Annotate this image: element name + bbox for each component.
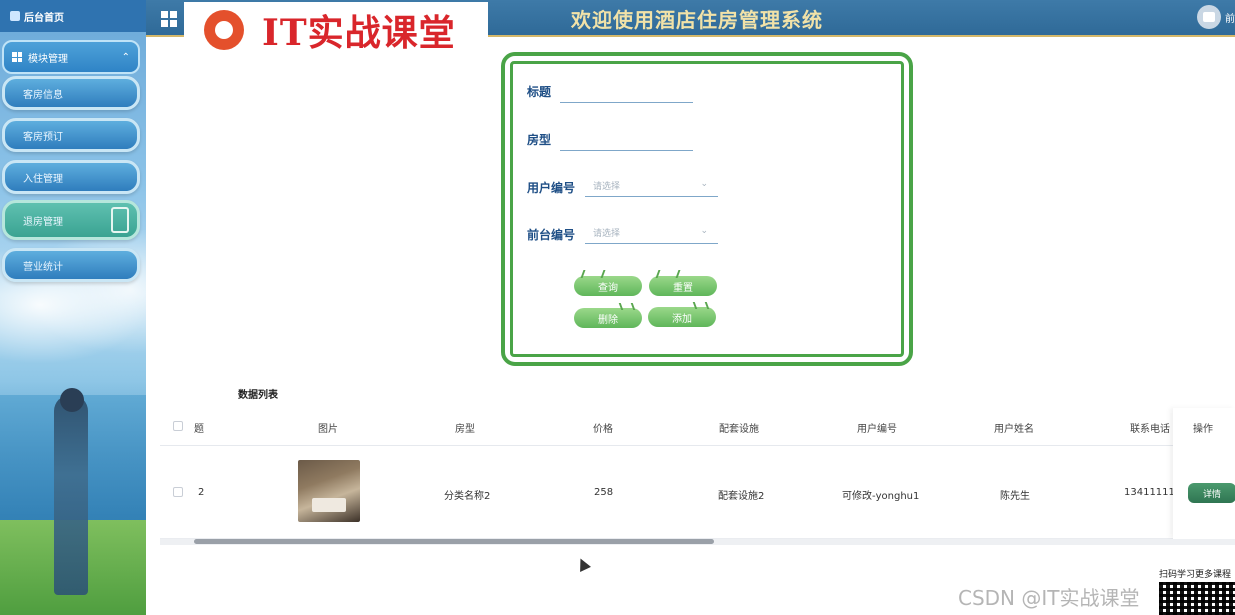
cell-facilities: 配套设施2: [718, 491, 765, 502]
grass-decoration: [655, 270, 681, 278]
sidebar-item-statistics[interactable]: 营业统计: [2, 248, 140, 282]
column-header-price[interactable]: 价格: [593, 420, 613, 435]
sidebar-item-label: 客房预订: [23, 131, 63, 143]
qr-caption: 扫码学习更多课程: [1159, 570, 1232, 580]
sidebar: 后台首页 模块管理 ⌃ 客房信息 客房预订 入住管理 退房管理 营业统计: [0, 0, 146, 615]
column-header-phone[interactable]: 联系电话: [1130, 420, 1170, 435]
cell-price: 258: [594, 487, 614, 498]
column-header-facilities[interactable]: 配套设施: [719, 420, 759, 435]
select-all-checkbox[interactable]: [173, 421, 183, 431]
add-button[interactable]: 添加: [648, 302, 716, 327]
query-button-label: 查询: [598, 282, 618, 294]
search-panel: 标题 房型 用户编号 请选择 ⌄ 前台编号 请选择 ⌄ 查询 重置 删除 添加: [501, 52, 913, 366]
menu-toggle-icon[interactable]: [161, 11, 177, 27]
sidebar-figure-decoration: [54, 395, 88, 595]
cell-room-type: 分类名称2: [444, 491, 491, 502]
watermark: CSDN @IT实战课堂: [958, 586, 1140, 610]
row-checkbox[interactable]: [173, 487, 183, 497]
room-type-field-label: 房型: [527, 133, 552, 147]
column-header-user-name[interactable]: 用户姓名: [994, 420, 1034, 435]
delete-button[interactable]: 删除: [574, 303, 642, 328]
delete-button-label: 删除: [598, 314, 618, 326]
scrollbar-thumb[interactable]: [194, 539, 714, 544]
reset-button[interactable]: 重置: [649, 270, 717, 296]
logo-ring-icon: [204, 9, 244, 50]
sidebar-item-room-booking[interactable]: 客房预订: [2, 118, 140, 152]
page-title: 欢迎使用酒店住房管理系统: [571, 8, 823, 32]
column-header-room-type[interactable]: 房型: [455, 420, 475, 435]
detail-button-label: 详情: [1202, 489, 1221, 500]
signpost-icon: [111, 207, 129, 233]
mouse-cursor-icon: [575, 556, 591, 572]
column-header-image[interactable]: 图片: [318, 420, 338, 435]
table-row: 2 分类名称2 258 配套设施2 可修改-yonghu1 陈先生 134111…: [160, 447, 1235, 539]
title-input[interactable]: [560, 102, 693, 103]
user-id-field-label: 用户编号: [527, 181, 576, 195]
app-root: 后台首页 模块管理 ⌃ 客房信息 客房预订 入住管理 退房管理 营业统计 欢迎使…: [0, 0, 1235, 615]
cell-title: 2: [198, 487, 205, 498]
cell-user-name: 陈先生: [1000, 491, 1030, 502]
sidebar-figure-head: [60, 388, 84, 412]
column-header-title[interactable]: 题: [194, 420, 204, 435]
sidebar-item-checkout[interactable]: 退房管理: [2, 200, 140, 240]
data-table: 题 图片 房型 价格 配套设施 用户编号 用户姓名 联系电话 2 分类名称2 2…: [160, 408, 1235, 545]
title-field-label: 标题: [527, 85, 552, 99]
grass-decoration: [618, 303, 636, 310]
user-name-fragment[interactable]: 前: [1225, 10, 1235, 25]
sidebar-item-label: 客房信息: [23, 89, 63, 101]
room-image: [298, 460, 360, 522]
desk-id-field-label: 前台编号: [527, 228, 576, 242]
sidebar-home-link[interactable]: 后台首页: [0, 0, 146, 32]
chevron-down-icon: ⌄: [700, 226, 708, 236]
data-list-title: 数据列表: [238, 390, 278, 401]
column-header-operation: 操作: [1193, 424, 1213, 435]
user-id-select[interactable]: 请选择 ⌄: [585, 175, 718, 197]
logo-text: IT实战课堂: [262, 11, 456, 54]
sidebar-item-label: 入住管理: [23, 173, 63, 185]
detail-button[interactable]: 详情: [1188, 483, 1235, 503]
sidebar-home-label: 后台首页: [24, 12, 64, 24]
sidebar-item-label: 退房管理: [23, 216, 63, 228]
query-button[interactable]: 查询: [574, 270, 642, 296]
table-header: 题 图片 房型 价格 配套设施 用户编号 用户姓名 联系电话: [160, 408, 1235, 446]
sidebar-item-room-info[interactable]: 客房信息: [2, 76, 140, 110]
chevron-down-icon: ⌄: [700, 179, 708, 189]
add-button-label: 添加: [672, 313, 692, 325]
module-management-label: 模块管理: [28, 53, 68, 65]
desk-id-select[interactable]: 请选择 ⌄: [585, 222, 718, 244]
module-management-menu[interactable]: 模块管理 ⌃: [2, 40, 140, 74]
room-type-input[interactable]: [560, 150, 693, 151]
qr-code-icon: [1159, 582, 1235, 615]
horizontal-scrollbar[interactable]: [160, 539, 1235, 545]
chevron-up-icon: ⌃: [121, 51, 130, 63]
desk-id-placeholder: 请选择: [593, 229, 621, 239]
home-icon: [10, 11, 20, 21]
grass-decoration: [580, 270, 606, 278]
grid-icon: [12, 52, 22, 62]
operation-column: 操作 详情: [1173, 408, 1235, 539]
column-header-user-id[interactable]: 用户编号: [857, 420, 897, 435]
cell-user-id: 可修改-yonghu1: [842, 491, 920, 502]
avatar[interactable]: [1197, 5, 1221, 29]
user-id-placeholder: 请选择: [593, 182, 621, 192]
reset-button-label: 重置: [673, 282, 693, 294]
grass-decoration: [692, 302, 710, 309]
logo-banner: IT实战课堂: [184, 2, 488, 57]
sidebar-item-label: 营业统计: [23, 261, 63, 273]
sidebar-item-checkin[interactable]: 入住管理: [2, 160, 140, 194]
